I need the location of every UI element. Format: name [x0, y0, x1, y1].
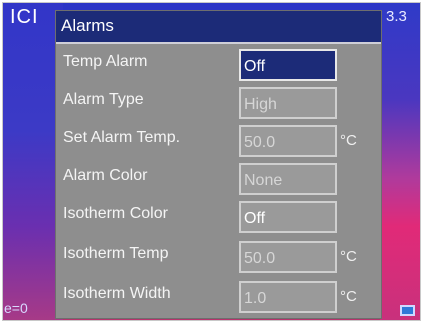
- palette-swatch: [400, 305, 415, 316]
- row-isotherm-width: Isotherm Width 1.0 °C: [56, 281, 381, 319]
- row-isotherm-color: Isotherm Color Off: [56, 201, 381, 239]
- isotherm-temp-unit: °C: [340, 248, 357, 265]
- thermal-gradient-left: [3, 3, 63, 320]
- temperature-readout: 3.3: [386, 8, 407, 25]
- row-set-alarm-temp: Set Alarm Temp. 50.0 °C: [56, 125, 381, 163]
- row-temp-alarm: Temp Alarm Off: [56, 49, 381, 87]
- alarm-type-field[interactable]: High: [239, 87, 337, 119]
- isotherm-width-label: Isotherm Width: [63, 285, 171, 302]
- isotherm-width-field[interactable]: 1.0: [239, 281, 337, 313]
- thermal-gradient-right: [380, 3, 420, 320]
- row-alarm-type: Alarm Type High: [56, 87, 381, 125]
- temp-alarm-field[interactable]: Off: [239, 49, 337, 81]
- alarm-color-label: Alarm Color: [63, 167, 148, 184]
- brand-logo: ICI: [10, 6, 39, 28]
- set-alarm-temp-field[interactable]: 50.0: [239, 125, 337, 157]
- row-alarm-color: Alarm Color None: [56, 163, 381, 201]
- dialog-title: Alarms: [61, 16, 114, 35]
- alarm-type-label: Alarm Type: [63, 91, 144, 108]
- isotherm-color-field[interactable]: Off: [239, 201, 337, 233]
- set-alarm-temp-unit: °C: [340, 132, 357, 149]
- isotherm-temp-field[interactable]: 50.0: [239, 241, 337, 273]
- row-isotherm-temp: Isotherm Temp 50.0 °C: [56, 241, 381, 279]
- dialog-title-bar: Alarms: [56, 11, 381, 44]
- set-alarm-temp-label: Set Alarm Temp.: [63, 129, 181, 146]
- isotherm-temp-label: Isotherm Temp: [63, 245, 169, 262]
- emissivity-readout: e=0: [4, 300, 28, 316]
- isotherm-color-label: Isotherm Color: [63, 205, 168, 222]
- temp-alarm-label: Temp Alarm: [63, 53, 148, 70]
- alarm-color-field[interactable]: None: [239, 163, 337, 195]
- isotherm-width-unit: °C: [340, 288, 357, 305]
- alarms-dialog: Alarms Temp Alarm Off Alarm Type High Se…: [55, 10, 382, 319]
